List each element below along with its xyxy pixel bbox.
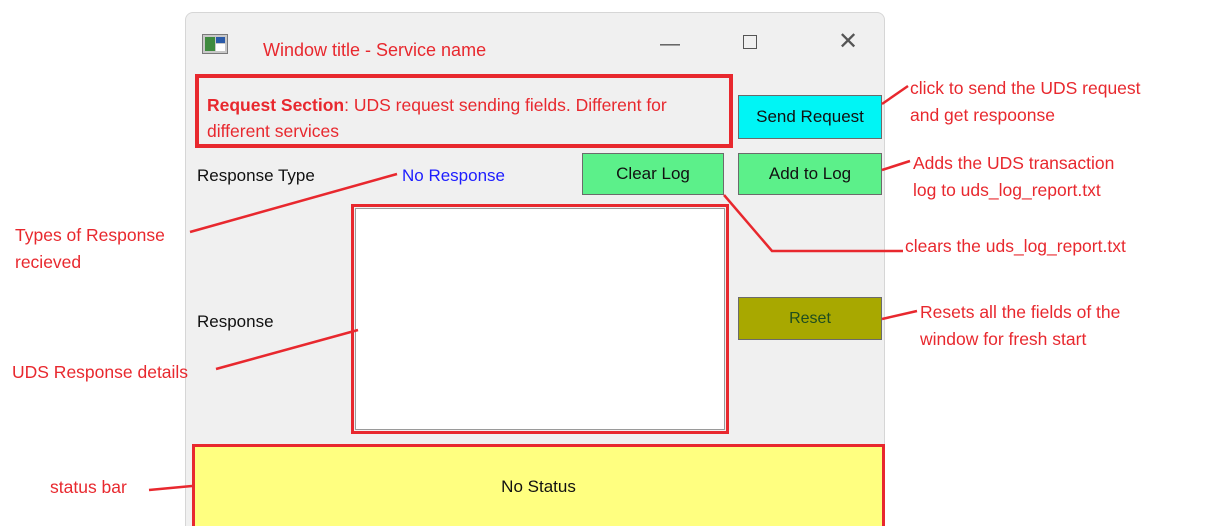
- annotation-uds-response: UDS Response details: [12, 362, 189, 382]
- annotation-send-line1: click to send the UDS request: [910, 78, 1141, 98]
- annotation-add-line2: log to uds_log_report.txt: [913, 180, 1101, 200]
- annotation-reset-line2: window for fresh start: [920, 329, 1087, 349]
- annotation-line-reset: [881, 309, 918, 321]
- annotation-reset-line1: Resets all the fields of the: [920, 302, 1121, 322]
- annotation-add: Adds the UDS transaction log to uds_log_…: [913, 150, 1114, 204]
- annotation-status: status bar: [50, 477, 127, 497]
- annotation-line-clear: [723, 194, 903, 253]
- annotation-send-line2: and get respoonse: [910, 105, 1055, 125]
- annotation-line-types: [189, 172, 398, 234]
- annotation-types: Types of Response recieved: [15, 222, 165, 276]
- annotation-add-line1: Adds the UDS transaction: [913, 153, 1115, 173]
- annotation-line-send: [881, 84, 909, 106]
- annotation-line-status: [148, 484, 193, 492]
- annotation-line-uds: [215, 328, 359, 371]
- annotation-types-line1: Types of Response: [15, 225, 165, 245]
- annotation-types-line2: recieved: [15, 252, 82, 272]
- annotation-line-add: [881, 159, 911, 172]
- annotation-clear: clears the uds_log_report.txt: [905, 236, 1126, 256]
- annotation-send: click to send the UDS request and get re…: [910, 75, 1141, 129]
- annotation-reset: Resets all the fields of the window for …: [920, 299, 1120, 353]
